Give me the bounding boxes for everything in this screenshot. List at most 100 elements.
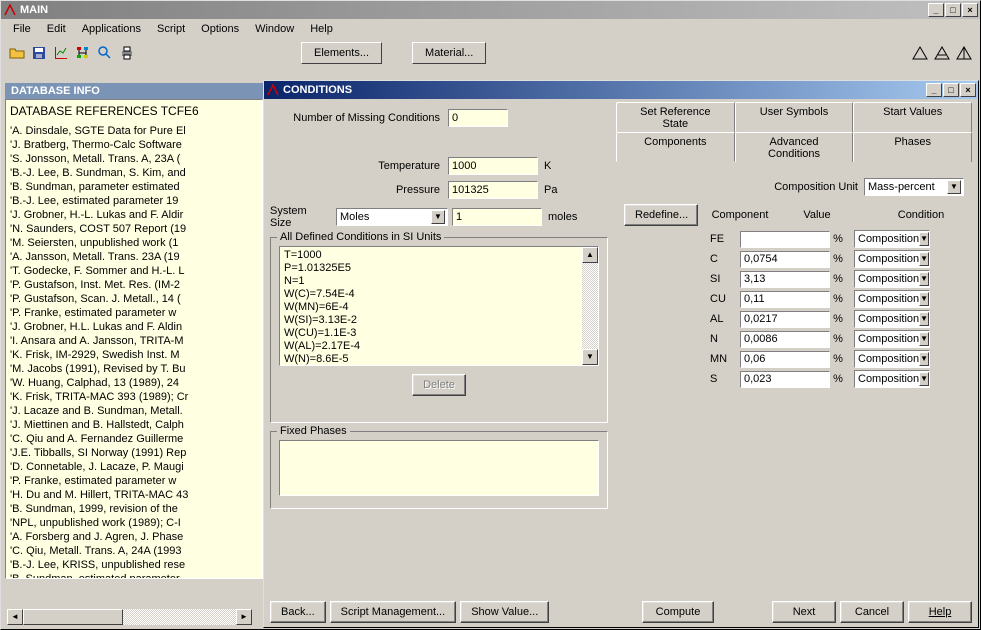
graph-icon[interactable]	[51, 43, 71, 63]
component-row: CU%Composition▼	[710, 290, 964, 308]
menu-file[interactable]: File	[5, 21, 39, 37]
menu-applications[interactable]: Applications	[74, 21, 149, 37]
minimize-button[interactable]: _	[926, 83, 942, 97]
comp-unit-select[interactable]: Mass-percent ▼	[864, 178, 964, 196]
defined-condition-item[interactable]: T=1000	[284, 249, 580, 262]
menu-window[interactable]: Window	[247, 21, 302, 37]
reference-list[interactable]: DATABASE REFERENCES TCFE6 'A. Dinsdale, …	[5, 99, 263, 579]
tab-set-reference[interactable]: Set Reference State	[616, 102, 735, 132]
compute-button[interactable]: Compute	[642, 601, 714, 623]
close-button[interactable]: ×	[960, 83, 976, 97]
maximize-button[interactable]: □	[943, 83, 959, 97]
scroll-down-button[interactable]: ▼	[582, 349, 598, 365]
save-icon[interactable]	[29, 43, 49, 63]
reference-item: 'J. Grobner, H.L. Lukas and F. Aldin	[10, 320, 258, 334]
defined-condition-item[interactable]: W(CU)=1.1E-3	[284, 327, 580, 340]
component-value-input[interactable]	[740, 331, 830, 348]
scroll-right-button[interactable]: ►	[236, 609, 252, 625]
component-value-input[interactable]	[740, 291, 830, 308]
component-condition-select[interactable]: Composition▼	[854, 230, 930, 248]
help-button[interactable]: Help	[908, 601, 972, 623]
conditions-right: Set Reference State User Symbols Start V…	[614, 99, 978, 597]
next-button[interactable]: Next	[772, 601, 836, 623]
defined-condition-item[interactable]: W(SI)=3.13E-2	[284, 314, 580, 327]
component-value-input[interactable]	[740, 251, 830, 268]
reference-item: 'K. Frisk, IM-2929, Swedish Inst. M	[10, 348, 258, 362]
temp-input[interactable]	[448, 157, 538, 175]
defined-condition-item[interactable]: W(AL)=2.17E-4	[284, 340, 580, 353]
component-value-input[interactable]	[740, 311, 830, 328]
reference-item: 'A. Dinsdale, SGTE Data for Pure El	[10, 124, 258, 138]
component-condition-select[interactable]: Composition▼	[854, 310, 930, 328]
maximize-button[interactable]: □	[945, 3, 961, 17]
defined-condition-item[interactable]: N=1	[284, 275, 580, 288]
menu-script[interactable]: Script	[149, 21, 193, 37]
component-condition-select[interactable]: Composition▼	[854, 250, 930, 268]
missing-input[interactable]	[448, 109, 508, 127]
size-input[interactable]	[452, 208, 542, 226]
reference-item: 'B.-J. Lee, B. Sundman, S. Kim, and	[10, 166, 258, 180]
component-row: SI%Composition▼	[710, 270, 964, 288]
percent-label: %	[830, 253, 846, 265]
delete-button[interactable]: Delete	[412, 374, 466, 396]
minimize-button[interactable]: _	[928, 3, 944, 17]
defined-condition-item[interactable]: P=1.01325E5	[284, 262, 580, 275]
list-scrollbar[interactable]: ▲ ▼	[582, 247, 598, 365]
triangle1-icon[interactable]	[910, 43, 930, 63]
fixed-phases-label: Fixed Phases	[277, 425, 350, 437]
search-icon[interactable]	[95, 43, 115, 63]
scroll-up-button[interactable]: ▲	[582, 247, 598, 263]
chevron-down-icon: ▼	[919, 332, 929, 346]
back-button[interactable]: Back...	[270, 601, 326, 623]
component-value-input[interactable]	[740, 371, 830, 388]
tab-user-symbols[interactable]: User Symbols	[735, 102, 854, 132]
component-value-input[interactable]	[740, 271, 830, 288]
tab-advanced-conditions[interactable]: Advanced Conditions	[735, 132, 854, 162]
fixed-phases-list[interactable]	[279, 440, 599, 496]
elements-button[interactable]: Elements...	[301, 42, 382, 64]
component-condition-select[interactable]: Composition▼	[854, 290, 930, 308]
press-input[interactable]	[448, 181, 538, 199]
menu-help[interactable]: Help	[302, 21, 341, 37]
chevron-down-icon: ▼	[947, 180, 961, 194]
component-value-input[interactable]	[740, 231, 830, 248]
scroll-thumb[interactable]	[23, 609, 123, 625]
menu-edit[interactable]: Edit	[39, 21, 74, 37]
component-row: AL%Composition▼	[710, 310, 964, 328]
open-icon[interactable]	[7, 43, 27, 63]
tab-components[interactable]: Components	[616, 132, 735, 162]
print-icon[interactable]	[117, 43, 137, 63]
tree-icon[interactable]	[73, 43, 93, 63]
defined-conditions-list[interactable]: T=1000P=1.01325E5N=1W(C)=7.54E-4W(MN)=6E…	[279, 246, 599, 366]
tab-phases[interactable]: Phases	[853, 132, 972, 162]
script-mgmt-button[interactable]: Script Management...	[330, 601, 457, 623]
reference-item: 'K. Frisk, TRITA-MAC 393 (1989); Cr	[10, 390, 258, 404]
tab-start-values[interactable]: Start Values	[853, 102, 972, 132]
triangle2-icon[interactable]	[932, 43, 952, 63]
size-unit-select[interactable]: Moles ▼	[336, 208, 448, 226]
component-condition-select[interactable]: Composition▼	[854, 370, 930, 388]
cancel-button[interactable]: Cancel	[840, 601, 904, 623]
main-titlebar[interactable]: MAIN _ □ ×	[1, 1, 980, 19]
defined-condition-item[interactable]: W(N)=8.6E-5	[284, 353, 580, 366]
reference-item: 'B.-J. Lee, estimated parameter 19	[10, 194, 258, 208]
defined-condition-item[interactable]: W(MN)=6E-4	[284, 301, 580, 314]
component-value-input[interactable]	[740, 351, 830, 368]
component-condition-select[interactable]: Composition▼	[854, 350, 930, 368]
redefine-button[interactable]: Redefine...	[624, 204, 698, 226]
defined-condition-item[interactable]: W(C)=7.54E-4	[284, 288, 580, 301]
menu-options[interactable]: Options	[193, 21, 247, 37]
percent-label: %	[830, 273, 846, 285]
scroll-left-button[interactable]: ◄	[7, 609, 23, 625]
component-name: CU	[710, 293, 740, 305]
triangle3-icon[interactable]	[954, 43, 974, 63]
component-condition-select[interactable]: Composition▼	[854, 270, 930, 288]
show-value-button[interactable]: Show Value...	[460, 601, 549, 623]
press-label: Pressure	[268, 184, 448, 196]
reference-hscrollbar[interactable]: ◄ ►	[7, 609, 252, 625]
material-button[interactable]: Material...	[412, 42, 486, 64]
close-button[interactable]: ×	[962, 3, 978, 17]
component-condition-select[interactable]: Composition▼	[854, 330, 930, 348]
chevron-down-icon: ▼	[919, 292, 929, 306]
conditions-titlebar[interactable]: CONDITIONS _ □ ×	[264, 81, 978, 99]
